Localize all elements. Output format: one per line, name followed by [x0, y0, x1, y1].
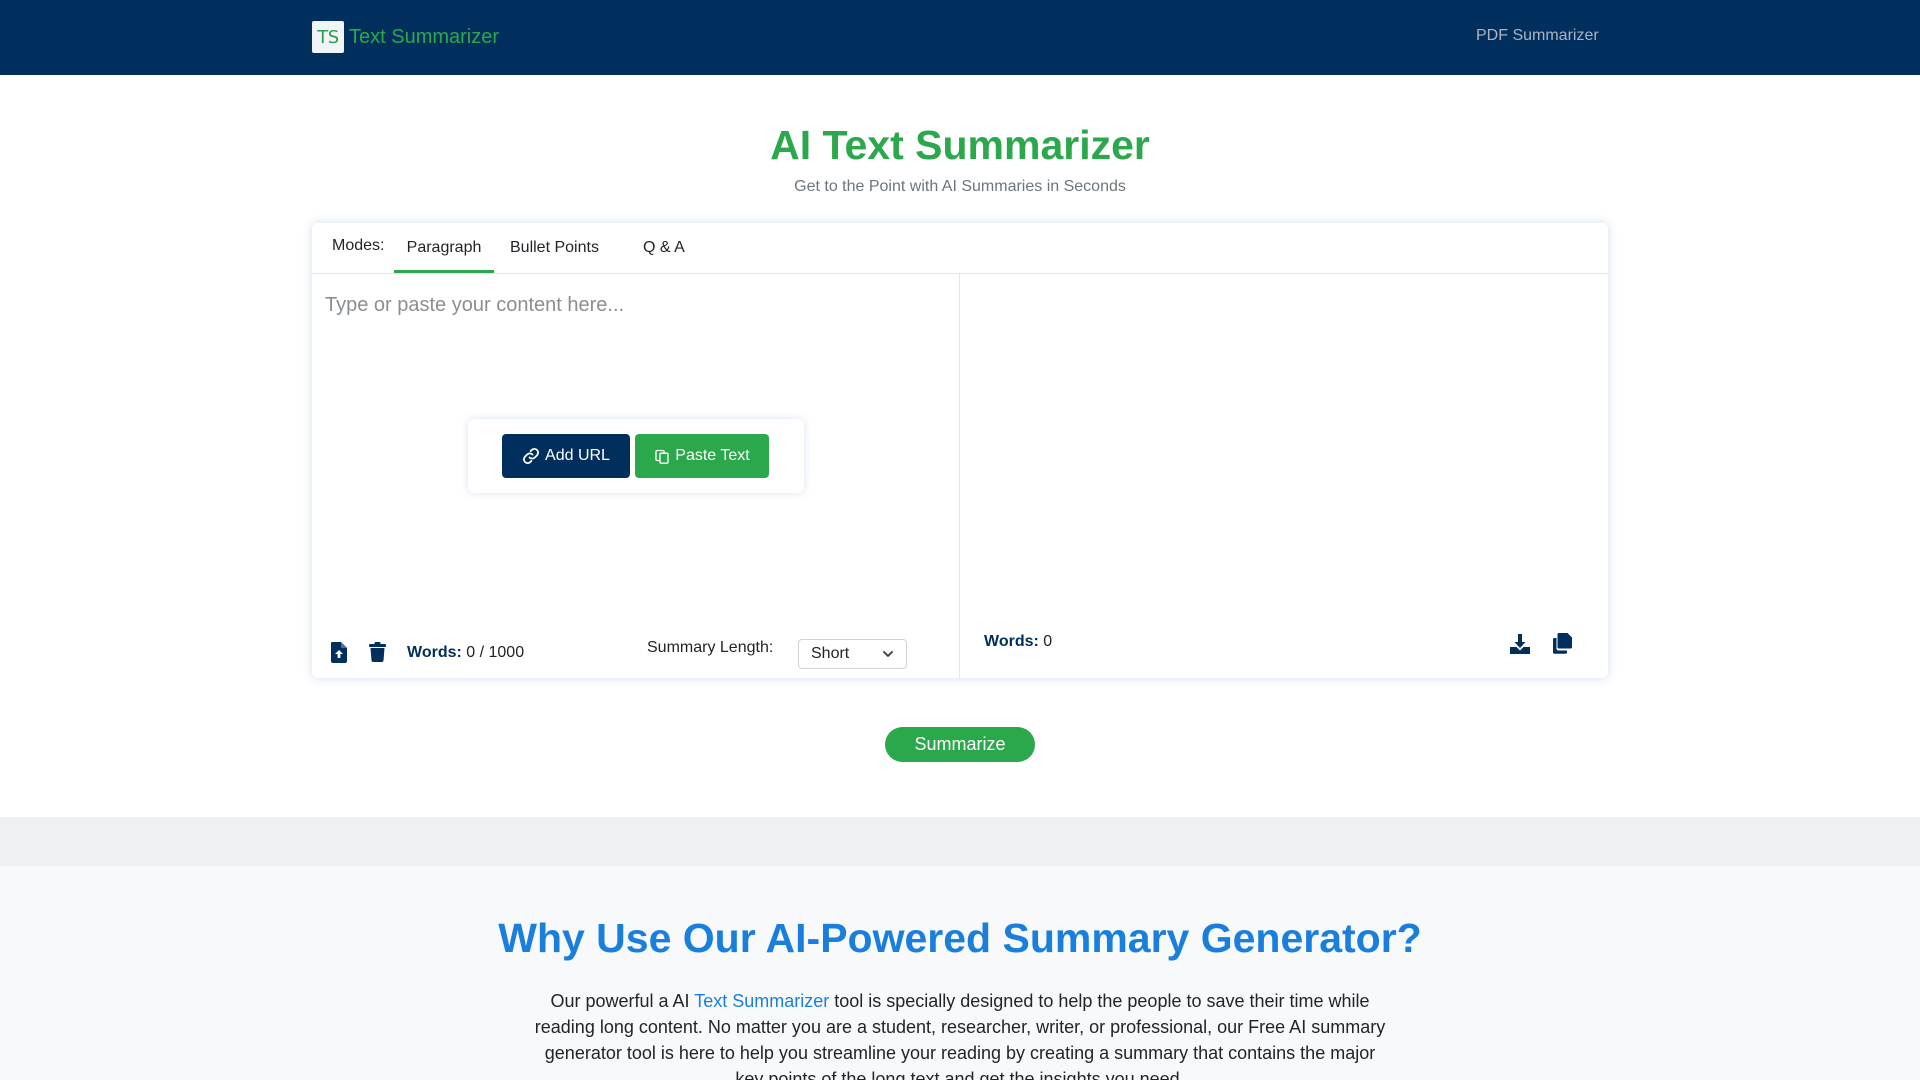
output-words-label: Words:: [984, 633, 1039, 650]
why-description: Our powerful a AI Text Summarizer tool i…: [530, 988, 1390, 1080]
summarize-button[interactable]: Summarize: [885, 727, 1035, 762]
input-actions: Add URL Paste Text: [468, 419, 804, 493]
page-subtitle: Get to the Point with AI Summaries in Se…: [794, 178, 1126, 195]
brand-link[interactable]: TS Text Summarizer: [312, 21, 499, 53]
paste-text-label: Paste Text: [675, 447, 750, 464]
link-icon: [523, 448, 540, 464]
modes-bar: Modes: Paragraph Bullet Points Q & A: [312, 223, 1608, 274]
summarizer-card: Modes: Paragraph Bullet Points Q & A Add…: [312, 223, 1608, 678]
input-word-count: Words: 0 / 1000: [407, 644, 524, 662]
section-divider: [0, 817, 1920, 866]
summary-length-select[interactable]: Short: [798, 639, 907, 669]
add-url-button[interactable]: Add URL: [502, 434, 630, 478]
download-icon[interactable]: [1509, 633, 1531, 655]
tab-bullet-points[interactable]: Bullet Points: [510, 239, 599, 257]
clipboard-icon: [655, 449, 669, 464]
brand-name: Text Summarizer: [349, 25, 500, 48]
panel-divider: [959, 274, 960, 678]
copy-icon[interactable]: [1551, 632, 1573, 654]
paste-text-button[interactable]: Paste Text: [635, 434, 769, 478]
trash-icon[interactable]: [368, 641, 386, 663]
output-words-value: 0: [1043, 633, 1053, 650]
page-title: AI Text Summarizer: [770, 122, 1150, 168]
chevron-down-icon: [883, 651, 893, 657]
summary-length-value: Short: [811, 645, 850, 662]
summary-length-label: Summary Length:: [647, 639, 774, 656]
add-url-label: Add URL: [545, 447, 610, 464]
input-words-value: 0 / 1000: [466, 644, 525, 661]
tab-paragraph[interactable]: Paragraph: [394, 239, 494, 273]
input-words-label: Words:: [407, 644, 462, 661]
text-summarizer-link[interactable]: Text Summarizer: [694, 991, 829, 1011]
output-word-count: Words: 0: [984, 633, 1052, 651]
navbar: TS Text Summarizer PDF Summarizer: [0, 0, 1920, 75]
why-text-before: Our powerful a AI: [550, 991, 695, 1011]
brand-logo: TS: [312, 21, 344, 53]
nav-link-pdf-summarizer[interactable]: PDF Summarizer: [1476, 27, 1599, 45]
tab-q-and-a[interactable]: Q & A: [643, 239, 685, 257]
file-upload-icon[interactable]: [330, 641, 348, 663]
modes-label: Modes:: [332, 237, 385, 254]
why-title: Why Use Our AI-Powered Summary Generator…: [498, 915, 1422, 961]
